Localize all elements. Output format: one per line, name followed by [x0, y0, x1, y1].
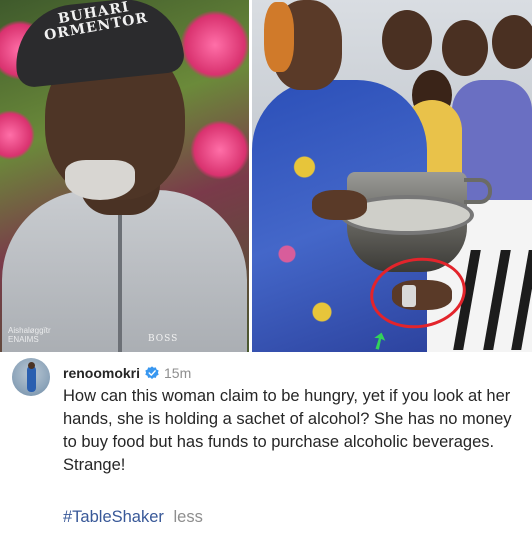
- photo-watermark: Aishaløggïtr ENAIMS: [8, 326, 51, 344]
- pot-handle: [464, 178, 492, 204]
- instagram-post: BUHARI ORMENTOR Aishaløggïtr ENAIMS BOSS: [0, 0, 532, 534]
- jacket-brand-logo: BOSS: [148, 334, 179, 344]
- flower-decoration: [190, 120, 249, 180]
- crowd-person: [442, 20, 488, 76]
- crowd-person: [492, 15, 532, 69]
- right-photo-woman-with-pot: ➚: [252, 0, 532, 352]
- avatar-figure: [27, 366, 36, 392]
- crowd-person: [382, 10, 432, 70]
- jacket-zipper: [118, 210, 122, 352]
- username-link[interactable]: renoomokri: [63, 365, 140, 381]
- watermark-line1: Aishaløggïtr: [8, 326, 51, 335]
- less-button[interactable]: less: [174, 508, 203, 526]
- avatar[interactable]: [12, 358, 50, 396]
- caption-footer: #TableShaker less: [63, 506, 203, 529]
- left-photo-man-in-cap: BUHARI ORMENTOR Aishaløggïtr ENAIMS BOSS: [0, 0, 249, 352]
- watermark-line2: ENAIMS: [8, 335, 39, 344]
- verified-badge-icon: [145, 366, 159, 380]
- flower-decoration: [0, 110, 35, 160]
- man-beard: [65, 160, 135, 200]
- woman-headwrap: [264, 2, 294, 72]
- woman-hand: [312, 190, 367, 220]
- flower-decoration: [180, 10, 249, 80]
- post-caption: How can this woman claim to be hungry, y…: [63, 387, 512, 474]
- post-meta: renoomokri 15m: [63, 363, 191, 383]
- hashtag-link[interactable]: #TableShaker: [63, 508, 164, 526]
- avatar-figure-head: [28, 362, 35, 369]
- post-timestamp[interactable]: 15m: [164, 365, 191, 381]
- photo-collage[interactable]: BUHARI ORMENTOR Aishaløggïtr ENAIMS BOSS: [0, 0, 532, 352]
